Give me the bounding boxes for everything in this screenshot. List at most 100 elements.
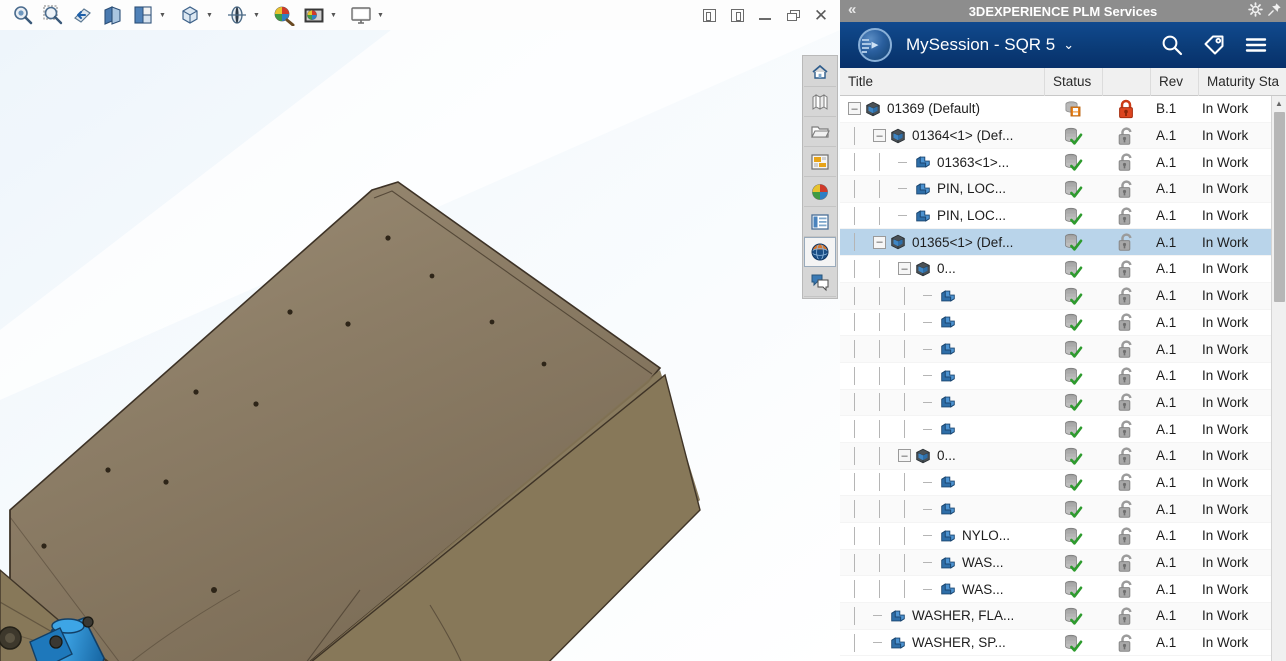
tree-node[interactable]: 01363<1>... xyxy=(840,153,1044,172)
scroll-up-arrow-icon[interactable]: ▲ xyxy=(1272,96,1286,111)
tree-node[interactable]: – 01364<1> (Def... xyxy=(840,126,1044,145)
tree-expander-collapse[interactable]: – xyxy=(873,235,886,249)
table-row[interactable]: –01369 (Default) B.1 In Work xyxy=(840,96,1286,123)
home-icon[interactable] xyxy=(804,57,836,87)
chevron-down-icon[interactable]: ⌄ xyxy=(1063,37,1074,53)
tree-node[interactable]: WAS... xyxy=(840,580,1044,599)
tree-node[interactable] xyxy=(840,500,1044,519)
saved-ok-icon[interactable] xyxy=(1044,554,1102,572)
column-header-maturity[interactable]: Maturity Sta xyxy=(1198,67,1286,96)
close-button[interactable]: ✕ xyxy=(808,2,834,28)
saved-ok-icon[interactable] xyxy=(1044,473,1102,492)
tree-node[interactable] xyxy=(840,366,1044,385)
tree-node[interactable]: – 01365<1> (Def... xyxy=(840,233,1044,252)
paint-render-icon[interactable] xyxy=(271,2,297,28)
save-needed-icon[interactable] xyxy=(1044,100,1102,118)
unlocked-icon[interactable] xyxy=(1102,232,1150,252)
unlocked-icon[interactable] xyxy=(1102,339,1150,359)
hamburger-menu-icon[interactable] xyxy=(1244,33,1268,57)
unlocked-icon[interactable] xyxy=(1102,472,1150,492)
table-row[interactable]: WASHER, SP... A.1 In Work xyxy=(840,630,1286,657)
tree-node[interactable] xyxy=(840,393,1044,412)
3dexperience-compass-icon[interactable] xyxy=(858,28,892,62)
saved-ok-icon[interactable] xyxy=(1044,153,1102,171)
table-row[interactable]: A.1 In Work xyxy=(840,389,1286,417)
unlocked-icon[interactable] xyxy=(1102,179,1150,199)
render-scene-icon[interactable] xyxy=(301,2,327,28)
tree-node[interactable] xyxy=(840,420,1044,439)
tree-node[interactable]: – 0... xyxy=(840,259,1044,278)
table-row[interactable]: A.1 In Work xyxy=(840,310,1286,337)
table-row[interactable]: A.1 In Work xyxy=(840,336,1286,363)
gear-icon[interactable] xyxy=(1248,2,1263,20)
saved-ok-icon[interactable] xyxy=(1044,287,1102,305)
globe-3d-icon[interactable] xyxy=(804,237,836,267)
column-header-rev[interactable]: Rev xyxy=(1150,67,1198,96)
3d-scene[interactable] xyxy=(0,30,840,661)
split-view-caret-icon[interactable]: ▼ xyxy=(158,2,167,28)
table-row[interactable]: A.1 In Work xyxy=(840,496,1286,523)
saved-ok-icon[interactable] xyxy=(1044,580,1102,598)
saved-ok-icon[interactable] xyxy=(1044,233,1102,251)
display-monitor-icon[interactable] xyxy=(348,2,374,28)
product-structure-tree[interactable]: –01369 (Default) B.1 In Work –01364<1> (Def… xyxy=(840,96,1286,661)
tree-vertical-scrollbar[interactable]: ▲ xyxy=(1271,96,1286,661)
normal-view-icon[interactable] xyxy=(70,2,96,28)
folder-icon[interactable] xyxy=(804,117,836,147)
unlocked-icon[interactable] xyxy=(1102,206,1150,226)
saved-ok-icon[interactable] xyxy=(1044,180,1102,198)
table-row[interactable]: –01364<1> (Def... A.1 In Work xyxy=(840,122,1286,150)
unlocked-icon[interactable] xyxy=(1102,526,1150,546)
saved-ok-icon[interactable] xyxy=(1044,420,1102,438)
unlocked-icon[interactable] xyxy=(1102,579,1150,599)
unlocked-icon[interactable] xyxy=(1102,499,1150,519)
list-view-icon[interactable] xyxy=(804,207,836,237)
unlocked-icon[interactable] xyxy=(1102,446,1150,466)
shading-caret-icon[interactable]: ▼ xyxy=(205,2,214,28)
minimize-button[interactable] xyxy=(752,2,778,28)
saved-ok-icon[interactable] xyxy=(1044,393,1102,412)
table-row[interactable]: 01363<1>... A.1 In Work xyxy=(840,149,1286,177)
table-row[interactable]: –0... A.1 In Work xyxy=(840,442,1286,470)
tag-icon[interactable] xyxy=(1202,33,1226,57)
tree-node[interactable] xyxy=(840,340,1044,359)
render-caret-icon[interactable]: ▼ xyxy=(329,2,338,28)
table-row[interactable]: –01365<1> (Def... A.1 In Work xyxy=(840,229,1286,257)
unlocked-icon[interactable] xyxy=(1102,126,1150,146)
tree-node[interactable] xyxy=(840,286,1044,305)
tree-node[interactable]: – 0... xyxy=(840,446,1044,465)
chat-icon[interactable] xyxy=(804,267,836,297)
unlocked-icon[interactable] xyxy=(1102,286,1150,306)
display-caret-icon[interactable]: ▼ xyxy=(376,2,385,28)
column-header-status[interactable]: Status xyxy=(1044,67,1102,96)
unlocked-icon[interactable] xyxy=(1102,366,1150,386)
table-row[interactable]: PIN, LOC... A.1 In Work xyxy=(840,203,1286,230)
saved-ok-icon[interactable] xyxy=(1044,340,1102,358)
material-caret-icon[interactable]: ▼ xyxy=(252,2,261,28)
unlocked-icon[interactable] xyxy=(1102,259,1150,279)
table-row[interactable]: A.1 In Work xyxy=(840,416,1286,443)
column-header-title[interactable]: Title xyxy=(840,68,1044,96)
split-view-icon[interactable] xyxy=(130,2,156,28)
zoom-selection-icon[interactable] xyxy=(40,2,66,28)
session-name-label[interactable]: MySession - SQR 5 xyxy=(906,35,1055,55)
tree-node[interactable] xyxy=(840,313,1044,332)
unlocked-icon[interactable] xyxy=(1102,152,1150,172)
tree-node[interactable]: WAS... xyxy=(840,553,1044,572)
tree-expander-collapse[interactable]: – xyxy=(873,129,886,143)
tree-node[interactable]: NYLO... xyxy=(840,526,1044,545)
table-row[interactable]: A.1 In Work xyxy=(840,470,1286,497)
unlocked-icon[interactable] xyxy=(1102,419,1150,439)
tree-node[interactable]: WASHER, FLA... xyxy=(840,606,1044,625)
table-row[interactable]: A.1 In Work xyxy=(840,363,1286,390)
tree-node[interactable] xyxy=(840,473,1044,492)
tree-expander-collapse[interactable]: – xyxy=(848,102,861,116)
tree-node[interactable]: – 01369 (Default) xyxy=(840,100,1044,118)
table-row[interactable]: PIN, LOC... A.1 In Work xyxy=(840,176,1286,203)
zoom-area-icon[interactable] xyxy=(10,2,36,28)
table-row[interactable]: –0... A.1 In Work xyxy=(840,256,1286,283)
saved-ok-icon[interactable] xyxy=(1044,634,1102,652)
saved-ok-icon[interactable] xyxy=(1044,367,1102,385)
tree-node[interactable]: PIN, LOC... xyxy=(840,206,1044,225)
restore-button[interactable] xyxy=(780,2,806,28)
